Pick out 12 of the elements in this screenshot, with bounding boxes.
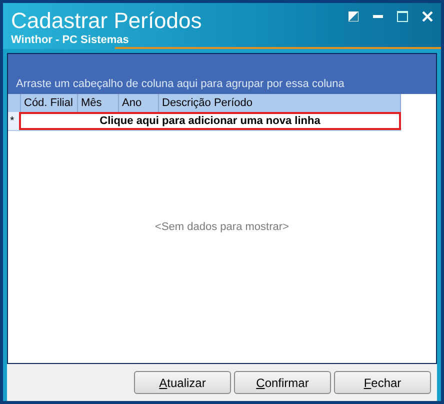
action-button[interactable]: Fechar bbox=[334, 371, 431, 394]
action-button[interactable]: Confirmar bbox=[234, 371, 331, 394]
window-subtitle: Winthor - PC Sistemas bbox=[11, 34, 129, 47]
empty-message: <Sem dados para mostrar> bbox=[155, 220, 289, 235]
add-row-button[interactable]: Clique aqui para adicionar uma nova linha bbox=[19, 112, 401, 130]
group-hint: Arraste um cabeçalho de coluna aqui para agrupar por essa coluna bbox=[16, 76, 344, 91]
maximize-icon[interactable] bbox=[397, 11, 408, 22]
action-button[interactable]: Atualizar bbox=[134, 371, 231, 394]
restore-icon[interactable] bbox=[348, 11, 359, 22]
window-title: Cadastrar Períodos bbox=[11, 8, 202, 34]
close-icon[interactable] bbox=[422, 11, 433, 22]
row-marker: * bbox=[8, 112, 19, 130]
